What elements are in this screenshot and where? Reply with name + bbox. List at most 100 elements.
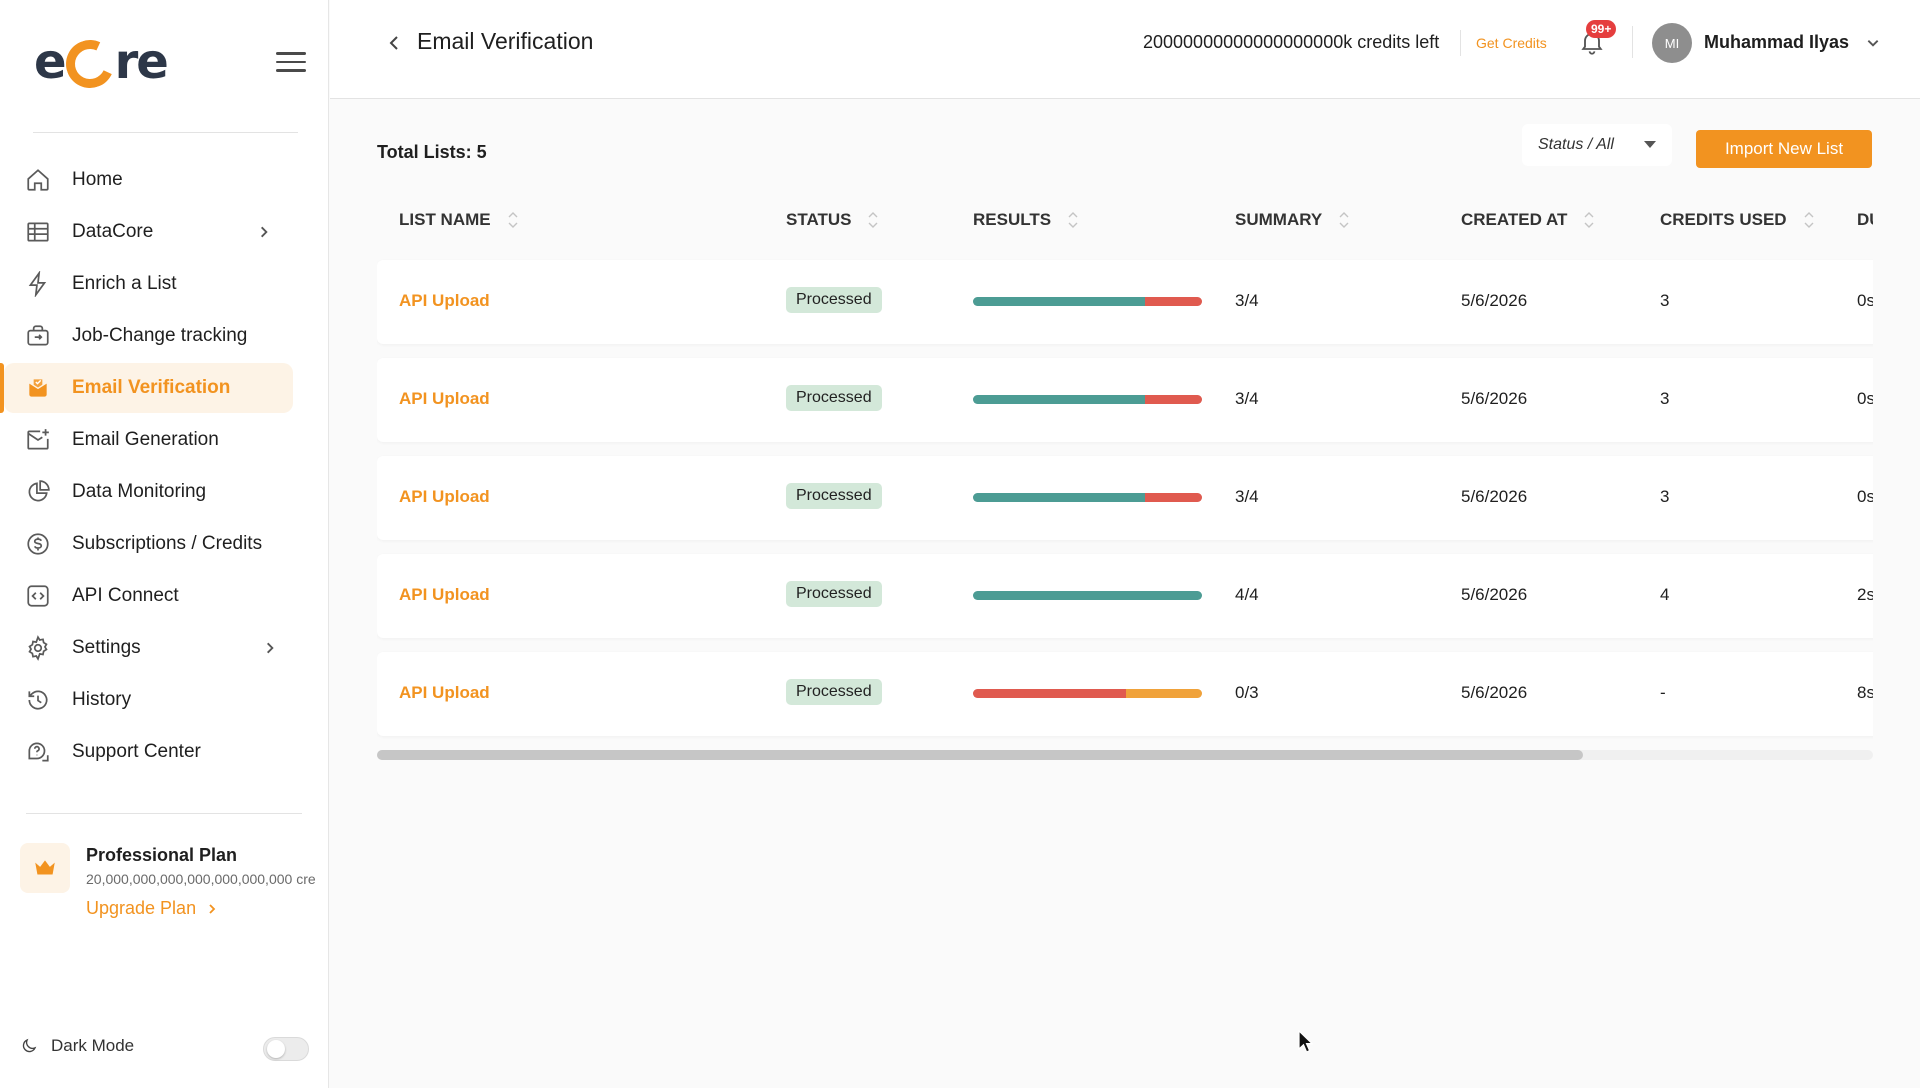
column-header-list-name[interactable]: LIST NAME <box>399 210 519 230</box>
column-header-results[interactable]: RESULTS <box>973 210 1079 230</box>
list-name-link[interactable]: API Upload <box>399 291 490 311</box>
column-label: CREATED AT <box>1461 210 1568 229</box>
sidebar: e re Home DataCore Enrich a List Job-Cha… <box>0 0 329 1088</box>
results-segment <box>973 689 1127 698</box>
column-header-credits-used[interactable]: CREDITS USED <box>1660 210 1815 230</box>
sidebar-item-label: Subscriptions / Credits <box>72 533 263 554</box>
sidebar-item-history[interactable]: History <box>4 675 293 725</box>
column-label: DU <box>1857 210 1873 229</box>
sidebar-nav: Home DataCore Enrich a List Job-Change t… <box>0 155 328 779</box>
sidebar-item-label: Settings <box>72 637 141 658</box>
avatar[interactable]: MI <box>1652 23 1692 63</box>
table-row: API Upload Processed 3/4 5/6/2026 3 0s <box>377 456 1873 540</box>
summary-cell: 3/4 <box>1235 291 1259 310</box>
sidebar-item-email-verification[interactable]: Email Verification <box>0 363 293 413</box>
chevron-down-icon[interactable] <box>1866 36 1880 50</box>
status-badge: Processed <box>786 483 882 509</box>
results-segment <box>973 395 1145 404</box>
history-icon <box>24 686 52 714</box>
sidebar-item-home[interactable]: Home <box>4 155 293 205</box>
sidebar-item-subscriptions[interactable]: Subscriptions / Credits <box>4 519 293 569</box>
duration-cell: 2s <box>1857 585 1873 604</box>
results-bar <box>973 689 1202 698</box>
sidebar-item-label: Home <box>72 169 123 190</box>
list-name-link[interactable]: API Upload <box>399 487 490 507</box>
status-filter-dropdown[interactable]: Status / All <box>1522 124 1672 166</box>
sidebar-item-label: Job-Change tracking <box>72 325 248 346</box>
import-new-list-button[interactable]: Import New List <box>1696 130 1872 168</box>
sort-icon <box>1068 212 1078 228</box>
summary-cell: 3/4 <box>1235 487 1259 506</box>
list-name-link[interactable]: API Upload <box>399 389 490 409</box>
plan-title: Professional Plan <box>86 845 238 865</box>
plan-credits: 20,000,000,000,000,000,000,000 cre <box>86 871 316 887</box>
summary-cell: 4/4 <box>1235 585 1259 604</box>
list-name-link[interactable]: API Upload <box>399 683 490 703</box>
dollar-icon <box>24 530 52 558</box>
sidebar-item-label: History <box>72 689 132 710</box>
results-segment <box>1144 493 1202 502</box>
results-segment <box>1126 689 1202 698</box>
code-icon <box>24 582 52 610</box>
created-at-cell: 5/6/2026 <box>1461 389 1528 408</box>
sidebar-item-label: DataCore <box>72 221 154 242</box>
help-icon <box>24 738 52 766</box>
sidebar-item-support[interactable]: Support Center <box>4 727 293 777</box>
upgrade-plan-label: Upgrade Plan <box>86 898 197 918</box>
results-segment <box>1144 395 1202 404</box>
dark-mode-toggle[interactable] <box>263 1037 309 1061</box>
briefcase-icon <box>24 322 52 350</box>
sidebar-item-settings[interactable]: Settings <box>4 623 293 673</box>
sidebar-item-label: Data Monitoring <box>72 481 207 502</box>
mail-plus-icon <box>24 426 52 454</box>
sidebar-item-datacore[interactable]: DataCore <box>4 207 293 257</box>
duration-cell: 8s <box>1857 683 1873 702</box>
table-row: API Upload Processed 3/4 5/6/2026 3 0s <box>377 358 1873 442</box>
column-label: SUMMARY <box>1235 210 1323 229</box>
column-header-created-at[interactable]: CREATED AT <box>1461 210 1595 230</box>
duration-cell: 0s <box>1857 487 1873 506</box>
app-root: e re Home DataCore Enrich a List Job-Cha… <box>0 0 1920 1088</box>
column-label: STATUS <box>786 210 852 229</box>
table-row: API Upload Processed 3/4 5/6/2026 3 0s <box>377 260 1873 344</box>
home-icon <box>24 166 52 194</box>
credits-left: 20000000000000000000k credits left <box>1143 32 1440 52</box>
summary-cell: 3/4 <box>1235 389 1259 408</box>
menu-toggle-icon[interactable] <box>276 52 306 76</box>
crown-icon <box>20 843 70 893</box>
top-header: Email Verification 20000000000000000000k… <box>330 0 1920 99</box>
logo-text-re: re <box>114 34 169 90</box>
results-bar <box>973 493 1202 502</box>
column-header-duration[interactable]: DU <box>1857 210 1873 230</box>
chevron-right-icon <box>261 226 268 238</box>
table-header: LIST NAME STATUS RESULTS SUMMARY CREATED… <box>377 195 1873 245</box>
sidebar-divider-bottom <box>26 813 302 814</box>
column-header-summary[interactable]: SUMMARY <box>1235 210 1350 230</box>
created-at-cell: 5/6/2026 <box>1461 487 1528 506</box>
notification-badge: 99+ <box>1586 20 1617 38</box>
dark-mode-label: Dark Mode <box>51 1036 135 1055</box>
sort-icon <box>508 212 518 228</box>
table-row: API Upload Processed 4/4 5/6/2026 4 2s <box>377 554 1873 638</box>
logo[interactable]: e re <box>34 32 169 95</box>
sidebar-item-email-generation[interactable]: Email Generation <box>4 415 293 465</box>
sidebar-item-job-change[interactable]: Job-Change tracking <box>4 311 293 361</box>
results-segment <box>1144 297 1202 306</box>
column-header-status[interactable]: STATUS <box>786 210 879 230</box>
moon-icon <box>22 1038 37 1053</box>
sidebar-item-enrich[interactable]: Enrich a List <box>4 259 293 309</box>
sidebar-item-data-monitoring[interactable]: Data Monitoring <box>4 467 293 517</box>
back-arrow-icon[interactable] <box>384 33 404 53</box>
user-name[interactable]: Muhammad Ilyas <box>1704 32 1849 53</box>
scrollbar-thumb[interactable] <box>377 750 1583 760</box>
upgrade-plan-link[interactable]: Upgrade Plan <box>86 898 218 919</box>
table-row: API Upload Processed 0/3 5/6/2026 - 8s <box>377 652 1873 736</box>
results-bar <box>973 591 1202 600</box>
get-credits-link[interactable]: Get Credits <box>1476 35 1547 51</box>
horizontal-scrollbar[interactable] <box>377 750 1873 760</box>
header-divider <box>1632 26 1633 58</box>
credits-used-cell: - <box>1660 683 1666 702</box>
list-name-link[interactable]: API Upload <box>399 585 490 605</box>
sidebar-item-api-connect[interactable]: API Connect <box>4 571 293 621</box>
gear-icon <box>24 634 52 662</box>
